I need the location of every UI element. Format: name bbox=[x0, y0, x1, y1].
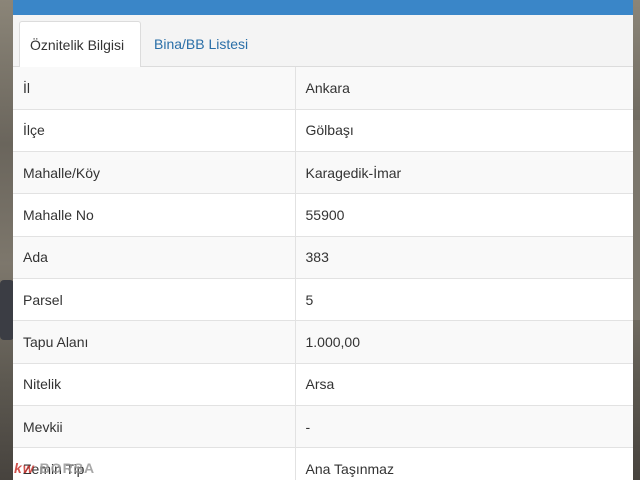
attribute-value: Ana Taşınmaz bbox=[295, 447, 633, 480]
attribute-key: İl bbox=[13, 67, 296, 110]
attribute-value: 383 bbox=[295, 236, 633, 279]
watermark-text: BORSA bbox=[39, 460, 96, 476]
attribute-table: İl Ankara İlçe Gölbaşı Mahalle/Köy Karag… bbox=[13, 67, 633, 480]
attribute-value: 55900 bbox=[295, 193, 633, 237]
attribute-value: Ankara bbox=[295, 67, 633, 110]
tab-bar: Öznitelik Bilgisi Bina/BB Listesi bbox=[13, 15, 633, 68]
panel-header-bar bbox=[13, 0, 633, 15]
attribute-key: Nitelik bbox=[13, 363, 296, 406]
attribute-value: Karagedik-İmar bbox=[295, 151, 633, 195]
table-row: İlçe Gölbaşı bbox=[13, 109, 633, 153]
attribute-value: Arsa bbox=[295, 363, 633, 406]
tab-building-list[interactable]: Bina/BB Listesi bbox=[144, 21, 264, 68]
watermark-logo: kw bbox=[14, 460, 35, 476]
tab-attribute-info[interactable]: Öznitelik Bilgisi bbox=[19, 21, 141, 68]
attribute-value: - bbox=[295, 405, 633, 449]
table-row: Nitelik Arsa bbox=[13, 363, 633, 406]
table-row: Tapu Alanı 1.000,00 bbox=[13, 320, 633, 364]
brand-watermark: kw BORSA bbox=[14, 460, 95, 480]
table-row: Ada 383 bbox=[13, 236, 633, 279]
table-row: Mevkii - bbox=[13, 405, 633, 449]
table-row: Mahalle No 55900 bbox=[13, 193, 633, 237]
attribute-value: 5 bbox=[295, 278, 633, 322]
table-row: İl Ankara bbox=[13, 67, 633, 110]
attribute-key: Mevkii bbox=[13, 405, 296, 449]
attribute-key: Mahalle No bbox=[13, 193, 296, 237]
attribute-value: Gölbaşı bbox=[295, 109, 633, 153]
table-row: Mahalle/Köy Karagedik-İmar bbox=[13, 151, 633, 195]
attribute-key: Parsel bbox=[13, 278, 296, 322]
table-row: Zemin Tip Ana Taşınmaz bbox=[13, 447, 633, 480]
table-row: Parsel 5 bbox=[13, 278, 633, 322]
parcel-info-panel: Öznitelik Bilgisi Bina/BB Listesi İl Ank… bbox=[13, 0, 633, 480]
attribute-value: 1.000,00 bbox=[295, 320, 633, 364]
attribute-key: İlçe bbox=[13, 109, 296, 153]
map-feature bbox=[0, 280, 14, 340]
attribute-key: Ada bbox=[13, 236, 296, 279]
attribute-key: Tapu Alanı bbox=[13, 320, 296, 364]
attribute-key: Mahalle/Köy bbox=[13, 151, 296, 195]
